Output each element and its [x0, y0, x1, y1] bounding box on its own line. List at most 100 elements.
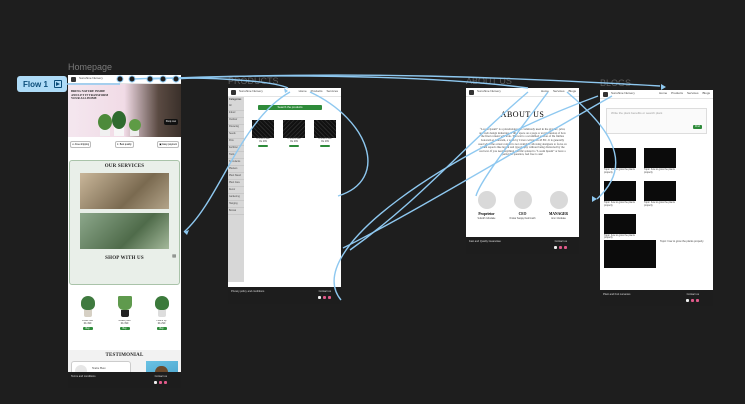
- sidebar-item[interactable]: Pots: [228, 139, 244, 146]
- blog-search-input[interactable]: Write the plant benefits or search plant: [607, 109, 706, 119]
- nav-blogs[interactable]: Blogs: [702, 92, 710, 96]
- find-button[interactable]: Find: [693, 125, 702, 129]
- frame-products[interactable]: Sunshine Nursery Home Products Services Ca…: [228, 88, 341, 304]
- logo-icon: [71, 76, 76, 82]
- product-grid: Aroma Plate Rs 299 Aroma Plate Rs 299 Ar…: [252, 120, 336, 148]
- blog-card-3[interactable]: Topic: how to grow the plants properly: [604, 180, 636, 208]
- product-card-1[interactable]: Fiddle leaf Rs 499 Buy: [76, 290, 99, 331]
- instagram-icon[interactable]: [691, 299, 694, 302]
- nav-links: Home Products Services: [298, 89, 338, 94]
- avatar: [513, 191, 532, 209]
- flow-start-tag[interactable]: Flow 1: [17, 76, 67, 92]
- phone-icon[interactable]: [154, 381, 157, 384]
- footer-right-text: Contact us: [154, 375, 167, 378]
- product-card-1[interactable]: Aroma Plate Rs 299: [252, 120, 274, 148]
- shop-section: Fiddle leaf Rs 499 Buy Snake plant Rs 39…: [69, 290, 180, 348]
- blog-card-1[interactable]: Topic: how to grow the plants properly: [604, 148, 636, 175]
- blog-card-4[interactable]: Topic: how to grow the plants properly: [644, 180, 676, 208]
- frame-label-homepage[interactable]: Homepage: [68, 62, 112, 72]
- nav-services[interactable]: Services: [687, 92, 699, 96]
- sidebar-item[interactable]: Outdoor: [228, 118, 244, 125]
- footer-left-text: Terms and conditions: [71, 375, 96, 378]
- blog-card-title: Topic: how to grow the plants properly: [644, 168, 675, 174]
- sidebar-item[interactable]: Plant Care: [228, 180, 244, 188]
- product-card-2[interactable]: Snake plant Rs 399 Buy: [113, 290, 136, 331]
- buy-button[interactable]: Buy: [119, 326, 130, 330]
- add-button[interactable]: [320, 144, 330, 148]
- sidebar-item[interactable]: All: [228, 104, 244, 111]
- product-price: Rs 399: [120, 321, 129, 325]
- instagram-icon[interactable]: [559, 246, 562, 249]
- mail-icon[interactable]: [696, 299, 699, 302]
- sidebar-item[interactable]: Decor: [228, 187, 244, 195]
- brand-name: Sunshine Nursery: [477, 89, 501, 94]
- nav-links: Home Products Services Blogs: [659, 92, 710, 96]
- services-image-2: [80, 213, 169, 249]
- add-button[interactable]: [289, 144, 299, 148]
- add-button[interactable]: [258, 144, 268, 148]
- frame-homepage[interactable]: Sunshine Nursery BRING NATURE INSIDE AND…: [68, 75, 181, 388]
- frame-blogs[interactable]: Sunshine Nursery Home Products Services …: [600, 90, 713, 306]
- search-products-button[interactable]: Search the products: [258, 105, 322, 110]
- sidebar-item[interactable]: Gardening: [228, 194, 244, 201]
- frame-about[interactable]: Sunshine Nursery Home Services Blogs ABOUT…: [466, 88, 579, 254]
- team-name: Arun Ghodake: [551, 218, 566, 220]
- sidebar-item[interactable]: Bonsai: [228, 208, 244, 215]
- truck-icon: ▭: [72, 144, 75, 146]
- services-title: OUR SERVICES: [104, 164, 145, 169]
- flow-label: Flow 1: [23, 79, 48, 89]
- feature-pill-2: ✦ Best quality: [114, 141, 134, 148]
- sidebar-item[interactable]: Fertilizer: [228, 146, 244, 153]
- mail-icon[interactable]: [164, 381, 167, 384]
- hero-cta-button[interactable]: Shop now: [163, 119, 178, 125]
- sidebar-item[interactable]: Seeds: [228, 132, 244, 139]
- nav-home[interactable]: Home: [659, 92, 667, 96]
- product-card-2[interactable]: Aroma Plate Rs 299: [283, 120, 305, 148]
- sidebar-item[interactable]: Indoor: [228, 111, 244, 118]
- blog-card-2[interactable]: Topic: how to grow the plants properly: [644, 148, 676, 175]
- product-card-3[interactable]: Peace lily Rs 299 Buy: [150, 290, 173, 331]
- buy-button[interactable]: Buy: [156, 326, 167, 330]
- buy-button[interactable]: Buy: [82, 326, 93, 330]
- mail-icon[interactable]: [328, 296, 331, 299]
- product-card-3[interactable]: Aroma Plate Rs 299: [314, 120, 336, 148]
- blog-search-box: Write the plant benefits or search plant…: [606, 108, 707, 134]
- blog-card-title: Topic: how to grow the plants properly: [604, 168, 635, 174]
- card-icon: ▣: [159, 144, 162, 146]
- phone-icon[interactable]: [686, 299, 689, 302]
- product-price: Rs 299: [290, 139, 298, 143]
- social-icons: [318, 296, 331, 299]
- frame-label-blogs[interactable]: BLOGS: [600, 78, 631, 88]
- cart-icon[interactable]: ▤: [172, 253, 176, 258]
- instagram-icon[interactable]: [323, 296, 326, 299]
- sidebar-item[interactable]: Hanging: [228, 201, 244, 208]
- sidebar-item[interactable]: Succulents: [228, 159, 244, 167]
- frame-label-about[interactable]: ABOUT US: [466, 76, 512, 86]
- featured-post[interactable]: Topic: how to grow the plants properly: [604, 240, 709, 270]
- hero-banner: BRING NATURE INSIDE AND LET IT TRANSFORM…: [68, 84, 181, 137]
- product-price: Rs 299: [157, 321, 166, 325]
- services-section: OUR SERVICES SHOP WITH US ▤: [69, 160, 180, 285]
- social-icons: [554, 246, 567, 249]
- blog-card-title: Topic: how to grow the plants properly: [644, 200, 675, 207]
- sidebar-item[interactable]: Tools: [228, 152, 244, 160]
- product-price: Rs 499: [83, 321, 92, 325]
- play-icon[interactable]: [53, 80, 62, 88]
- phone-icon[interactable]: [318, 296, 321, 299]
- sidebar-item[interactable]: Plant Stand: [228, 173, 244, 181]
- phone-icon[interactable]: [554, 246, 557, 249]
- feature-pill-3: ▣ Easy payment: [157, 141, 179, 148]
- blog-card-5[interactable]: Topic: how to grow the plants properly: [604, 213, 636, 241]
- mail-icon[interactable]: [564, 246, 567, 249]
- logo-icon: [469, 89, 474, 95]
- product-image: [252, 120, 274, 138]
- arrow-head: [592, 196, 597, 202]
- instagram-icon[interactable]: [159, 381, 162, 384]
- sidebar-item[interactable]: Planters: [228, 166, 244, 174]
- frame-label-products[interactable]: PRODUCTS: [228, 76, 279, 86]
- nav-links: Home Services Blogs: [540, 89, 576, 94]
- figma-canvas[interactable]: Homepage PRODUCTS ABOUT US BLOGS Flow 1 …: [0, 0, 745, 404]
- sidebar-item[interactable]: Flowering: [228, 125, 244, 132]
- nav-products[interactable]: Products: [671, 92, 683, 96]
- arrow-head: [184, 230, 189, 235]
